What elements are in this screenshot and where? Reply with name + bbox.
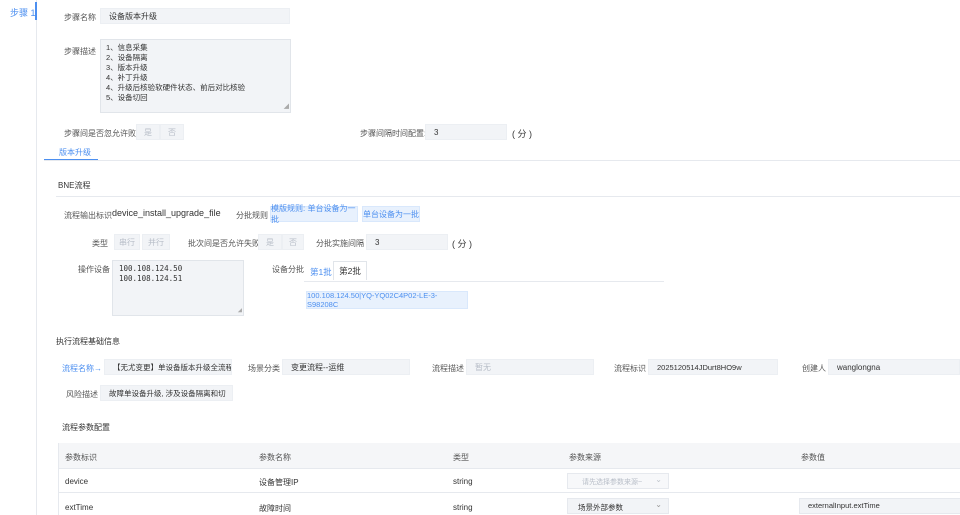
step-desc-line: 5、设备切回 <box>106 93 148 102</box>
creator-value: wanglongna <box>837 362 881 372</box>
sidebar-divider <box>36 0 37 515</box>
bne-section-title: BNE流程 <box>58 181 91 190</box>
batch-rule-single-button[interactable]: 单台设备为一批 <box>362 206 420 222</box>
step-name-label: 步骤名称 <box>64 13 96 22</box>
scene-label: 场景分类 <box>248 364 280 373</box>
creator-input[interactable]: wanglongna <box>828 359 960 375</box>
step-interval-value: 3 <box>434 127 439 137</box>
batch-fail-no[interactable]: 否 <box>282 234 304 250</box>
bne-output-label: 流程输出标识 <box>64 211 112 220</box>
bne-divider <box>56 196 960 197</box>
bne-output-value: device_install_upgrade_file <box>112 208 221 218</box>
tab-step-1[interactable]: 步骤 1 <box>10 6 36 19</box>
ignore-fail-no[interactable]: 否 <box>160 124 184 140</box>
step-interval-input[interactable]: 3 <box>425 124 507 140</box>
resize-handle-icon[interactable]: ◢ <box>238 305 242 315</box>
params-table-header: 参数标识 参数名称 类型 参数来源 参数值 <box>59 443 960 469</box>
creator-label: 创建人 <box>802 364 826 373</box>
flow-id-value: 2025120514JDurt8HO9w <box>657 362 742 372</box>
risk-value: 故障单设备升级, 涉及设备隔离和切 <box>109 388 226 398</box>
param-name: 设备管理IP <box>259 478 299 487</box>
param-value-input[interactable]: externalInput.extTime <box>799 498 960 514</box>
param-source-value: 场景外部参数 <box>578 503 623 512</box>
type-parallel[interactable]: 并行 <box>142 234 170 250</box>
batch-fail-label: 批次间是否允许失败 <box>188 239 260 248</box>
devices-textarea[interactable]: 100.108.124.50 100.108.124.51 ◢ <box>112 260 244 316</box>
step-desc-line: 1、信息采集 <box>106 43 148 52</box>
devices-label: 操作设备 <box>78 265 110 274</box>
step-interval-label: 步骤间隔时间配置: <box>360 129 427 138</box>
flow-id-label: 流程标识 <box>614 364 646 373</box>
scene-input[interactable]: 变更流程--运维 <box>282 359 410 375</box>
device-batch-label: 设备分批 <box>272 265 304 274</box>
chevron-down-icon: ⌄ <box>655 500 662 509</box>
col-header-name: 参数名称 <box>259 453 291 462</box>
bne-type-label: 类型 <box>92 239 108 248</box>
params-table: 参数标识 参数名称 类型 参数来源 参数值 device 设备管理IP stri… <box>58 443 960 515</box>
flow-desc-label: 流程描述 <box>432 364 464 373</box>
risk-label: 风险描述 <box>66 390 98 399</box>
device-ip: 100.108.124.50 <box>119 264 183 273</box>
exec-section-title: 执行流程基础信息 <box>56 337 120 346</box>
step-desc-textarea[interactable]: 1、信息采集 2、设备隔离 3、版本升级 4、补丁升级 4、升级后核验软硬件状态… <box>100 39 291 113</box>
step-desc-line: 4、补丁升级 <box>106 73 148 82</box>
col-header-source: 参数来源 <box>569 453 601 462</box>
flow-name-input[interactable]: 【无尤变更】单设备版本升级全流程 <box>104 359 232 375</box>
batch-tab-2[interactable]: 第2批 <box>333 261 367 280</box>
batch-interval-value: 3 <box>375 237 380 247</box>
batch-interval-label: 分批实施间隔 <box>316 239 364 248</box>
flow-name-value: 【无尤变更】单设备版本升级全流程 <box>113 362 232 372</box>
step-desc-line: 3、版本升级 <box>106 63 148 72</box>
param-source-select[interactable]: 请先选择参数来源~ ⌄ <box>567 473 669 489</box>
flow-desc-placeholder: 暂无 <box>475 362 491 372</box>
param-id: extTime <box>65 503 94 512</box>
param-name: 故障时间 <box>259 504 291 513</box>
param-source-select[interactable]: 场景外部参数 ⌄ <box>567 498 669 514</box>
type-serial[interactable]: 串行 <box>114 234 140 250</box>
step-desc-label: 步骤描述 <box>64 47 96 56</box>
col-header-type: 类型 <box>453 453 469 462</box>
chevron-down-icon: ⌄ <box>655 475 662 484</box>
batch-fail-yes[interactable]: 是 <box>258 234 282 250</box>
table-row: extTime 故障时间 string 场景外部参数 ⌄ externalInp… <box>59 493 960 515</box>
ignore-fail-yes[interactable]: 是 <box>136 124 160 140</box>
col-header-value: 参数值 <box>801 453 825 462</box>
params-section-title: 流程参数配置 <box>62 423 110 432</box>
param-id: device <box>65 477 89 486</box>
tab-step-1-indicator <box>35 2 37 20</box>
col-header-id: 参数标识 <box>65 453 97 462</box>
param-source-placeholder: 请先选择参数来源~ <box>582 479 643 486</box>
batch-device-tag[interactable]: 100.108.124.50|YQ-YQ02C4P02-LE-3-S98208C <box>306 291 468 309</box>
batch-rule-template-button[interactable]: 模版规则: 单台设备为一批 <box>270 204 358 224</box>
param-type: string <box>453 503 473 512</box>
flow-desc-input[interactable]: 暂无 <box>466 359 594 375</box>
step-name-value: 设备版本升级 <box>109 11 157 21</box>
batch-interval-unit: ( 分 ) <box>452 239 472 249</box>
tab-version-upgrade[interactable]: 版本升级 <box>59 147 91 158</box>
step-name-input[interactable]: 设备版本升级 <box>100 8 290 24</box>
step-desc-line: 2、设备隔离 <box>106 53 148 62</box>
scene-value: 变更流程--运维 <box>291 362 345 372</box>
step-ignore-fail-label: 步骤间是否忽允许败: <box>64 129 139 138</box>
table-row: device 设备管理IP string 请先选择参数来源~ ⌄ <box>59 469 960 493</box>
risk-input[interactable]: 故障单设备升级, 涉及设备隔离和切 <box>100 385 233 401</box>
resize-handle-icon[interactable]: ◢ <box>284 102 289 112</box>
batch-tabs-divider <box>304 281 664 282</box>
param-value: externalInput.extTime <box>808 501 880 510</box>
step-interval-unit: ( 分 ) <box>512 129 532 139</box>
tab-divider <box>44 160 960 161</box>
batch-tab-1[interactable]: 第1批 <box>310 266 332 278</box>
flow-name-link[interactable]: 流程名称→ <box>62 363 102 374</box>
flow-id-input[interactable]: 2025120514JDurt8HO9w <box>648 359 778 375</box>
bne-batch-rule-label: 分批规则 <box>236 211 268 220</box>
step-desc-line: 4、升级后核验软硬件状态、前后对比核验 <box>106 83 246 92</box>
param-type: string <box>453 477 473 486</box>
device-ip: 100.108.124.51 <box>119 274 183 283</box>
batch-interval-input[interactable]: 3 <box>366 234 448 250</box>
